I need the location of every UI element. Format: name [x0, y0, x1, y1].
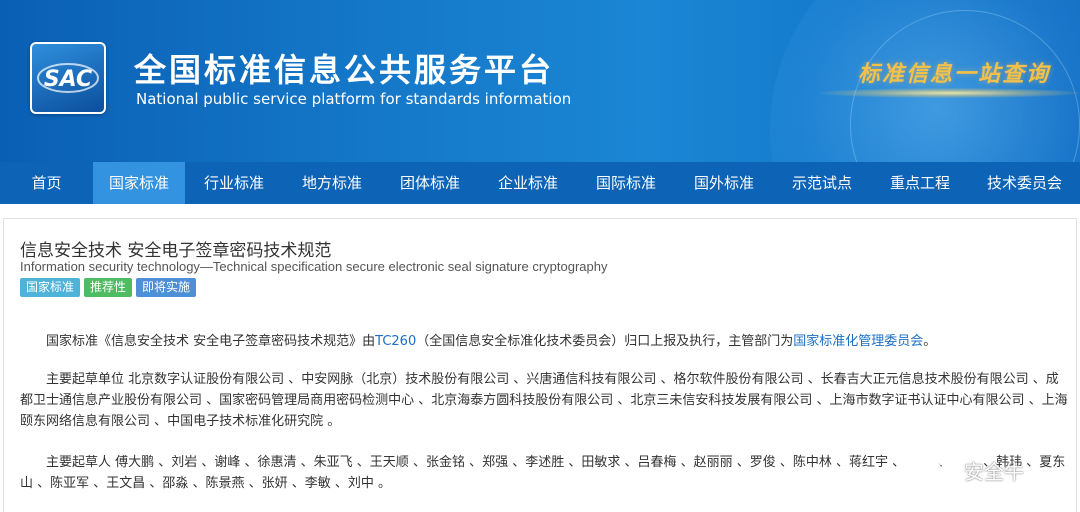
summary-text-before: 国家标准《信息安全技术 安全电子签章密码技术规范》由	[46, 334, 376, 349]
nav-item-local-standards[interactable]: 地方标准	[283, 162, 381, 204]
nav-item-foreign-standards[interactable]: 国外标准	[675, 162, 773, 204]
badge-national-standard: 国家标准	[20, 278, 81, 297]
wechat-icon	[912, 452, 956, 488]
tc260-link[interactable]: TC260	[375, 334, 416, 349]
site-subtitle: National public service platform for sta…	[136, 90, 572, 108]
nav-item-demonstration-pilot[interactable]: 示范试点	[773, 162, 871, 204]
sac-logo-icon: SAC	[37, 63, 99, 93]
standard-title-english: Information security technology—Technica…	[20, 259, 608, 274]
nav-item-home[interactable]: 首页	[0, 162, 93, 204]
site-slogan: 标准信息一站查询	[858, 61, 1051, 87]
badge-recommended: 推荐性	[84, 278, 133, 297]
nav-item-industry-standards[interactable]: 行业标准	[185, 162, 283, 204]
nav-item-international-standards[interactable]: 国际标准	[577, 162, 675, 204]
standard-badges: 国家标准 推荐性 即将实施	[20, 278, 197, 297]
svg-text:SAC: SAC	[44, 67, 92, 92]
summary-text-after: 。	[923, 334, 937, 349]
site-title: 全国标准信息公共服务平台	[134, 51, 555, 89]
sac-admin-link[interactable]: 国家标准化管理委员会	[793, 334, 923, 349]
sac-logo[interactable]: SAC	[30, 42, 106, 114]
wechat-watermark: 安全牛	[912, 452, 1024, 488]
drafters-list: 傅大鹏 、刘岩 、谢峰 、徐惠清 、朱亚飞 、王天顺 、张金铭 、郑强 、李述胜…	[20, 455, 1066, 491]
site-banner: SAC 全国标准信息公共服务平台 National public service…	[0, 0, 1080, 162]
standard-title: 信息安全技术 安全电子签章密码技术规范	[20, 241, 332, 261]
drafters: 主要起草人 傅大鹏 、刘岩 、谢峰 、徐惠清 、朱亚飞 、王天顺 、张金铭 、郑…	[20, 452, 1068, 494]
summary-text-middle: （全国信息安全标准化技术委员会）归口上报及执行，主管部门为	[416, 334, 794, 349]
drafting-units-list: 北京数字认证股份有限公司 、中安网脉（北京）技术股份有限公司 、兴唐通信科技有限…	[20, 372, 1068, 429]
standard-summary: 国家标准《信息安全技术 安全电子签章密码技术规范》由TC260（全国信息安全标准…	[20, 331, 1068, 352]
nav-item-national-standards[interactable]: 国家标准	[93, 162, 185, 204]
drafting-units: 主要起草单位 北京数字认证股份有限公司 、中安网脉（北京）技术股份有限公司 、兴…	[20, 369, 1068, 432]
drafting-units-label: 主要起草单位	[46, 372, 125, 387]
nav-item-technical-committees[interactable]: 技术委员会	[969, 162, 1080, 204]
nav-item-group-standards[interactable]: 团体标准	[381, 162, 479, 204]
light-streak	[820, 88, 1080, 98]
drafters-label: 主要起草人	[46, 455, 112, 470]
nav-item-enterprise-standards[interactable]: 企业标准	[479, 162, 577, 204]
badge-upcoming: 即将实施	[136, 278, 197, 297]
nav-item-key-projects[interactable]: 重点工程	[871, 162, 969, 204]
main-nav: 首页 国家标准 行业标准 地方标准 团体标准 企业标准 国际标准 国外标准 示范…	[0, 162, 1080, 204]
watermark-text: 安全牛	[964, 459, 1024, 484]
